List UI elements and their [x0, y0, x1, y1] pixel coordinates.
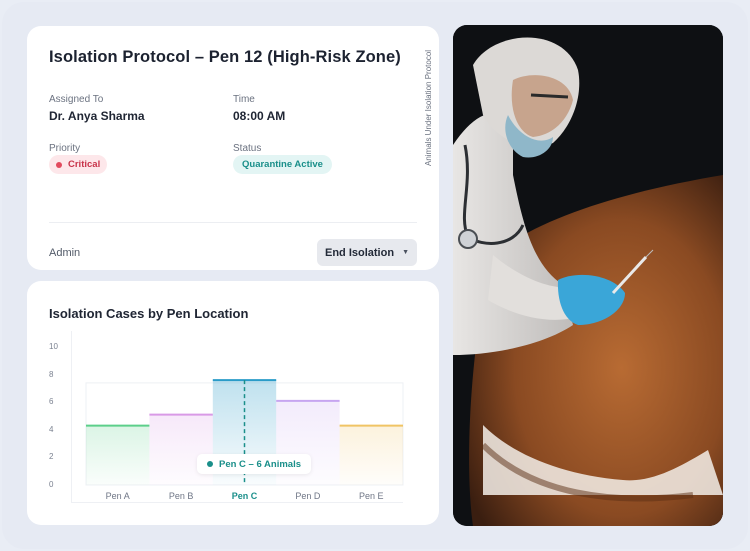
chart-card: Isolation Cases by Pen Location 0 2 4 6 8 10 … — [27, 281, 439, 525]
y-tick-label: 4 — [49, 424, 54, 434]
protocol-card: Isolation Protocol – Pen 12 (High-Risk Z… — [27, 26, 439, 270]
bar-pen-b[interactable] — [149, 414, 213, 485]
y-tick-label: 10 — [49, 342, 58, 351]
x-tick-label: Pen C — [231, 491, 258, 501]
status-label: Status — [233, 143, 262, 154]
assigned-value: Dr. Anya Sharma — [49, 109, 145, 123]
bar-chart — [85, 379, 404, 486]
side-caption: Animals Under Isolation Protocol — [424, 49, 433, 166]
tooltip-dot-icon — [207, 461, 213, 467]
time-label: Time — [233, 94, 255, 105]
x-tick-label: Pen E — [359, 491, 384, 501]
divider — [49, 222, 417, 223]
veterinarian-photo — [453, 25, 723, 526]
y-tick-label: 0 — [49, 480, 54, 489]
y-tick-label: 6 — [49, 397, 54, 407]
tooltip-text: Pen C – 6 Animals — [219, 458, 302, 470]
role-label: Admin — [49, 247, 81, 259]
priority-value: Critical — [68, 159, 101, 170]
assigned-label: Assigned To — [49, 94, 104, 105]
priority-badge: Critical — [49, 155, 108, 174]
chart-tooltip: Pen C – 6 Animals — [197, 454, 312, 474]
status-badge: Quarantine Active — [233, 155, 332, 174]
vet-injecting-cow-image — [453, 25, 723, 526]
bar-pen-e[interactable] — [339, 425, 403, 485]
end-isolation-button[interactable]: End Isolation ▼ — [317, 239, 417, 266]
time-value: 08:00 AM — [233, 109, 286, 123]
x-tick-label: Pen D — [295, 491, 321, 501]
protocol-title: Isolation Protocol – Pen 12 (High-Risk Z… — [49, 48, 401, 66]
y-tick-label: 2 — [49, 452, 54, 462]
chevron-down-icon: ▼ — [402, 249, 409, 256]
priority-label: Priority — [49, 143, 81, 154]
x-tick-label: Pen B — [168, 491, 194, 501]
status-value: Quarantine Active — [242, 159, 323, 170]
end-isolation-label: End Isolation — [325, 246, 395, 259]
y-tick-label: 8 — [49, 369, 54, 379]
bar-pen-a[interactable] — [86, 425, 150, 485]
critical-dot-icon — [56, 161, 62, 168]
x-tick-label: Pen A — [105, 491, 130, 501]
